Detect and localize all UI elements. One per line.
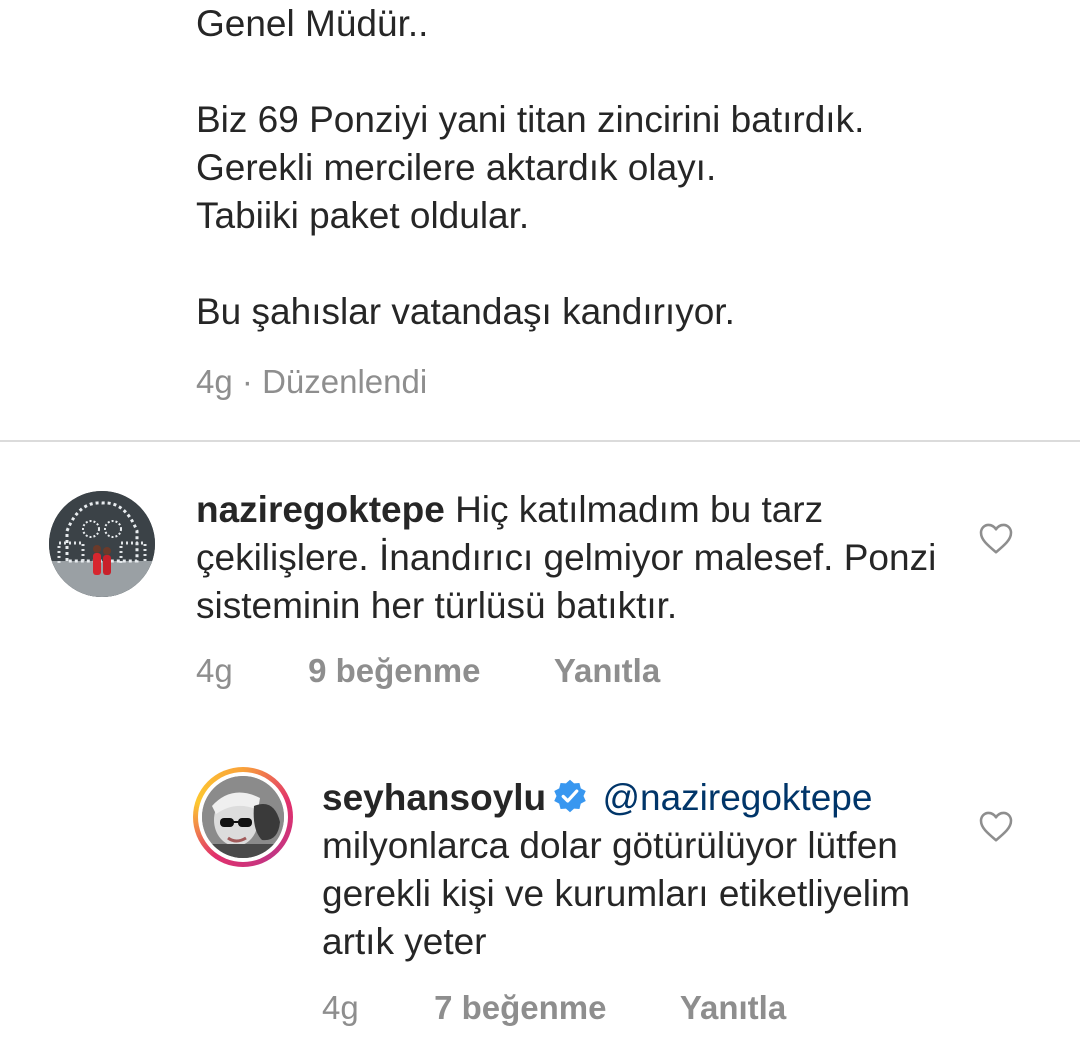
verified-badge-icon	[552, 778, 588, 814]
mention-link[interactable]: @naziregoktepe	[602, 777, 872, 818]
avatar-photo-icon	[49, 491, 155, 597]
meta-separator: ·	[241, 363, 253, 400]
comment-text-continued: Genel Müdür.. Biz 69 Ponziyi yani titan …	[196, 0, 1016, 336]
reply-button[interactable]: Yanıtla	[680, 989, 786, 1026]
comment-text: milyonlarca dolar götürülüyor lütfen ger…	[322, 825, 911, 962]
comment-meta: 4g · Düzenlendi	[196, 362, 427, 402]
like-heart-icon[interactable]	[978, 521, 1014, 555]
likes-count-link[interactable]: 9 beğenme	[308, 652, 480, 689]
comment-line: Biz 69 Ponziyi yani titan zincirini batı…	[196, 99, 865, 140]
avatar-naziregoktepe[interactable]	[49, 491, 155, 597]
like-heart-icon[interactable]	[978, 809, 1014, 843]
reply-button[interactable]: Yanıtla	[554, 652, 660, 689]
comment-time: 4g	[322, 989, 359, 1026]
comment-time: 4g	[196, 363, 233, 400]
likes-count-link[interactable]: 7 beğenme	[434, 989, 606, 1026]
comment-line: Genel Müdür..	[196, 3, 429, 44]
comment-meta: 4g 7 beğenme Yanıtla	[322, 988, 786, 1028]
comment-line: Bu şahıslar vatandaşı kandırıyor.	[196, 291, 735, 332]
comment-username[interactable]: seyhansoylu	[322, 777, 546, 818]
edited-label: Düzenlendi	[262, 363, 428, 400]
comment-line: Gerekli mercilere aktardık olayı.	[196, 147, 717, 188]
comment-body: naziregoktepe Hiç katılmadım bu tarz çek…	[196, 486, 956, 630]
comment-time: 4g	[196, 652, 233, 689]
story-ring-avatar-icon	[202, 776, 284, 858]
comment-line: Tabiiki paket oldular.	[196, 195, 530, 236]
comment-body: seyhansoylu @naziregoktepe milyonlarca d…	[322, 774, 962, 966]
avatar-seyhansoylu[interactable]	[202, 776, 284, 858]
comment-meta: 4g 9 beğenme Yanıtla	[196, 651, 660, 691]
comment-username[interactable]: naziregoktepe	[196, 489, 445, 530]
divider	[0, 440, 1080, 442]
story-ring[interactable]	[193, 767, 293, 867]
